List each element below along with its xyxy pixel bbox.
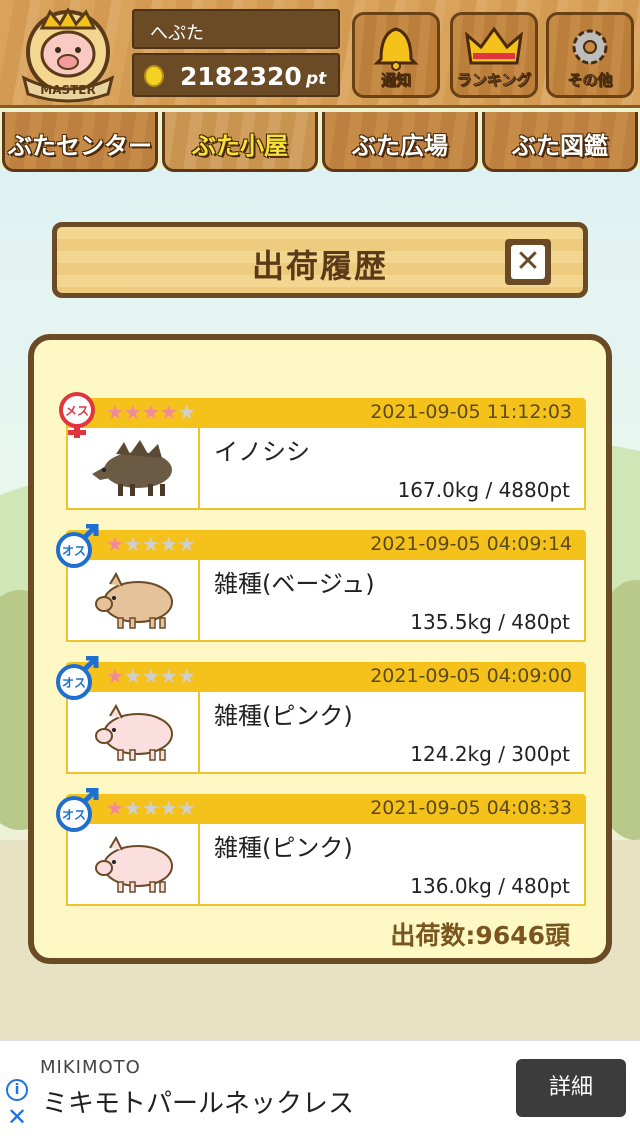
tab-buta-center[interactable]: ぶたセンター xyxy=(2,112,158,172)
avatar[interactable]: MASTER xyxy=(12,6,124,104)
star-icon: ★★★★ xyxy=(123,796,196,820)
close-button[interactable]: ✕ xyxy=(505,239,551,285)
entry-name: 雑種(ベージュ) xyxy=(214,570,375,598)
male-icon: オス xyxy=(56,656,99,700)
ad-brand: MIKIMOTO xyxy=(40,1057,141,1078)
ranking-label: ランキング xyxy=(456,71,532,90)
list-item[interactable]: ★★★★★ 2021-09-05 04:09:14 雑種(ベージュ) 135.5… xyxy=(56,524,586,642)
notification-button[interactable]: 通知 xyxy=(352,12,440,98)
points-unit: pt xyxy=(306,69,327,89)
entry-name: 雑種(ピンク) xyxy=(214,834,353,862)
gender-label: オス xyxy=(62,544,86,558)
star-icon: ★★★★ xyxy=(106,400,178,424)
user-name: へぷた xyxy=(150,23,204,44)
gear-icon xyxy=(572,29,608,65)
tab-label: ぶたセンター xyxy=(8,132,152,160)
nav-tabs: ぶたセンター ぶた小屋 ぶた広場 ぶた図鑑 xyxy=(0,110,640,174)
tab-label: ぶた広場 xyxy=(352,132,448,160)
gender-label: オス xyxy=(62,808,86,822)
other-label: その他 xyxy=(567,71,613,90)
female-icon: メス xyxy=(59,392,95,438)
star-icon: ★ xyxy=(177,400,196,424)
ad-title[interactable]: ミキモトパールネックレス xyxy=(42,1083,354,1120)
ad-detail-button[interactable]: 詳細 xyxy=(516,1059,626,1117)
entry-body: イノシシ 167.0kg / 4880pt xyxy=(66,428,586,510)
entry-body: 雑種(ピンク) 124.2kg / 300pt xyxy=(66,692,586,774)
entry-header-bar: ★★★★★ 2021-09-05 04:09:00 xyxy=(66,662,586,692)
entry-body: 雑種(ベージュ) 135.5kg / 480pt xyxy=(66,560,586,642)
entry-date: 2021-09-05 04:09:14 xyxy=(370,533,572,555)
entry-weight: 167.0kg / 4880pt xyxy=(397,478,570,502)
tab-buta-koya[interactable]: ぶた小屋 xyxy=(162,112,318,172)
entry-name: イノシシ xyxy=(214,438,310,466)
star-rating: ★★★★★ xyxy=(106,401,196,423)
points-value: 2182320 xyxy=(180,62,302,91)
list-item[interactable]: ★★★★★ 2021-09-05 04:08:33 雑種(ピンク) 136.0k… xyxy=(56,788,586,906)
avatar-badge: MASTER xyxy=(40,83,96,97)
info-icon[interactable]: i xyxy=(6,1079,28,1101)
entry-date: 2021-09-05 11:12:03 xyxy=(370,401,572,423)
other-button[interactable]: その他 xyxy=(546,12,634,98)
entry-header-bar: ★★★★★ 2021-09-05 04:09:14 xyxy=(66,530,586,560)
bell-icon xyxy=(373,27,419,71)
ranking-button[interactable]: ランキング xyxy=(450,12,538,98)
male-icon: オス xyxy=(56,524,99,568)
entry-name: 雑種(ピンク) xyxy=(214,702,353,730)
entry-date: 2021-09-05 04:08:33 xyxy=(370,797,572,819)
ad-banner[interactable]: i ✕ MIKIMOTO ミキモトパールネックレス 詳細 xyxy=(0,1040,640,1136)
crown-icon xyxy=(464,26,524,65)
tab-label: ぶた小屋 xyxy=(192,132,288,160)
entry-header-bar: ★★★★★ 2021-09-05 04:08:33 xyxy=(66,794,586,824)
entry-weight: 124.2kg / 300pt xyxy=(410,742,570,766)
pig-pink-image xyxy=(68,692,200,772)
coin-icon xyxy=(144,65,164,87)
shipment-history-panel: ★★★★★ 2021-09-05 11:12:03 イノシシ 167.0kg /… xyxy=(28,334,612,964)
notification-label: 通知 xyxy=(380,71,412,90)
star-icon: ★ xyxy=(106,664,124,688)
star-rating: ★★★★★ xyxy=(106,665,196,687)
points-box: 2182320 pt xyxy=(132,53,340,97)
list-item[interactable]: ★★★★★ 2021-09-05 11:12:03 イノシシ 167.0kg /… xyxy=(59,392,586,510)
star-icon: ★ xyxy=(106,532,124,556)
user-name-box: へぷた xyxy=(132,9,340,49)
star-rating: ★★★★★ xyxy=(106,533,196,555)
entry-weight: 135.5kg / 480pt xyxy=(410,610,570,634)
star-icon: ★★★★ xyxy=(123,532,196,556)
list-item[interactable]: ★★★★★ 2021-09-05 04:09:00 雑種(ピンク) 124.2k… xyxy=(56,656,586,774)
entry-date: 2021-09-05 04:09:00 xyxy=(370,665,572,687)
entry-header-bar: ★★★★★ 2021-09-05 11:12:03 xyxy=(66,398,586,428)
star-rating: ★★★★★ xyxy=(106,797,196,819)
entry-weight: 136.0kg / 480pt xyxy=(410,874,570,898)
gender-label: オス xyxy=(62,676,86,690)
boar-image xyxy=(68,428,200,508)
header-bar: MASTER へぷた 2182320 pt 通知 ランキング その他 xyxy=(0,0,640,108)
tab-buta-hiroba[interactable]: ぶた広場 xyxy=(322,112,478,172)
star-icon: ★ xyxy=(106,796,124,820)
pig-pink-image xyxy=(68,824,200,904)
dialog-title-bar: 出荷履歴 ✕ xyxy=(52,222,588,298)
male-icon: オス xyxy=(56,788,99,832)
shipped-count: 出荷数:9646頭 xyxy=(390,921,570,950)
close-icon: ✕ xyxy=(511,245,545,279)
entry-body: 雑種(ピンク) 136.0kg / 480pt xyxy=(66,824,586,906)
star-icon: ★★★★ xyxy=(123,664,196,688)
pig-beige-image xyxy=(68,560,200,640)
gender-label: メス xyxy=(65,404,89,418)
tab-label: ぶた図鑑 xyxy=(512,132,608,160)
tab-buta-zukan[interactable]: ぶた図鑑 xyxy=(482,112,638,172)
close-icon[interactable]: ✕ xyxy=(7,1105,27,1129)
